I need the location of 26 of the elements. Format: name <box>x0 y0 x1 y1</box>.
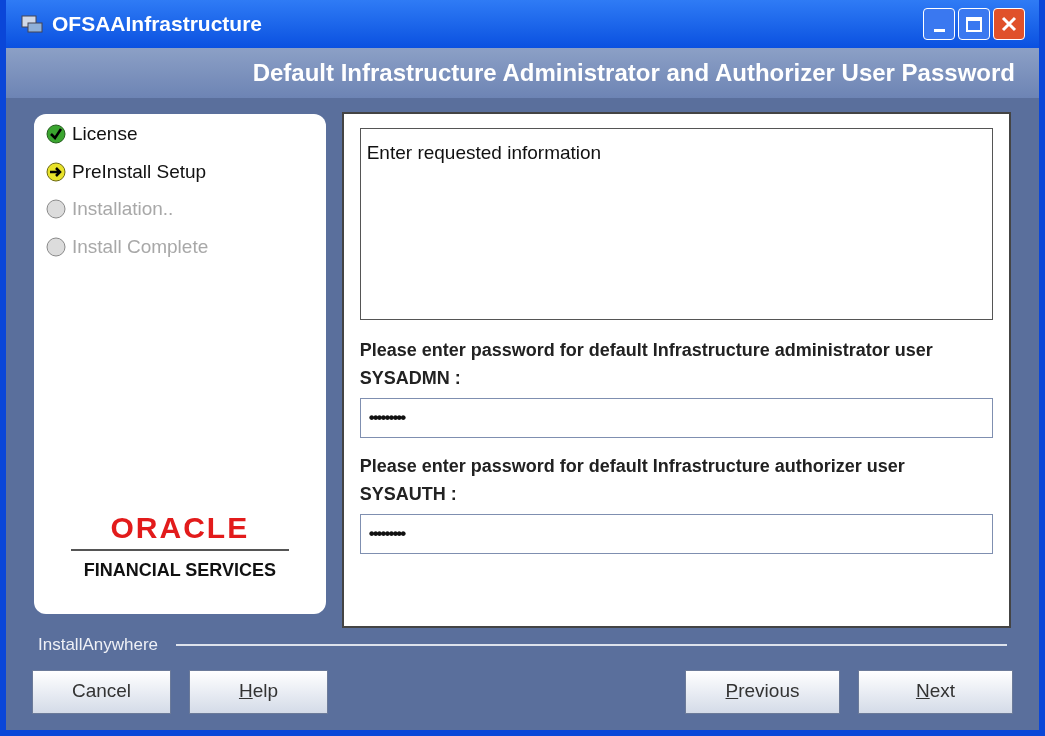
message-text: Enter requested information <box>366 142 602 163</box>
circle-icon <box>46 236 66 257</box>
dialog-button[interactable]: Next <box>858 669 1013 714</box>
dialog-button[interactable]: Help <box>189 669 328 714</box>
vendor-label: InstallAnywhere <box>38 634 158 656</box>
minimize-button[interactable] <box>923 8 955 40</box>
password-field[interactable]: ••••••••• <box>359 514 993 554</box>
step-label: PreInstall Setup <box>72 159 207 184</box>
app-icon <box>20 14 44 34</box>
dialog-button[interactable]: Previous <box>685 669 840 714</box>
close-icon <box>1001 16 1017 32</box>
password-field[interactable]: ••••••••• <box>359 398 993 438</box>
close-button[interactable] <box>993 8 1025 40</box>
step-label: Install Complete <box>72 234 209 259</box>
dialog-button[interactable]: Cancel <box>32 669 171 714</box>
field-label: Please enter password for default Infrastructure administrator user SYSADMN : <box>359 339 934 390</box>
maximize-button[interactable] <box>958 8 990 40</box>
page-heading: Default Infrastructure Administrator and Authorizer User Password <box>252 58 1015 88</box>
oracle-logo: ORACLE <box>110 513 250 543</box>
circle-icon <box>46 199 66 220</box>
step-label: License <box>72 122 138 146</box>
logo-subtitle: FINANCIAL SERVICES <box>83 559 277 582</box>
step-label: Installation.. <box>72 197 174 221</box>
field-label: Please enter password for default Infrastructure authorizer user SYSAUTH : <box>359 455 906 506</box>
window-title: OFSAAInfrastructure <box>52 11 264 38</box>
check-icon <box>46 124 66 145</box>
